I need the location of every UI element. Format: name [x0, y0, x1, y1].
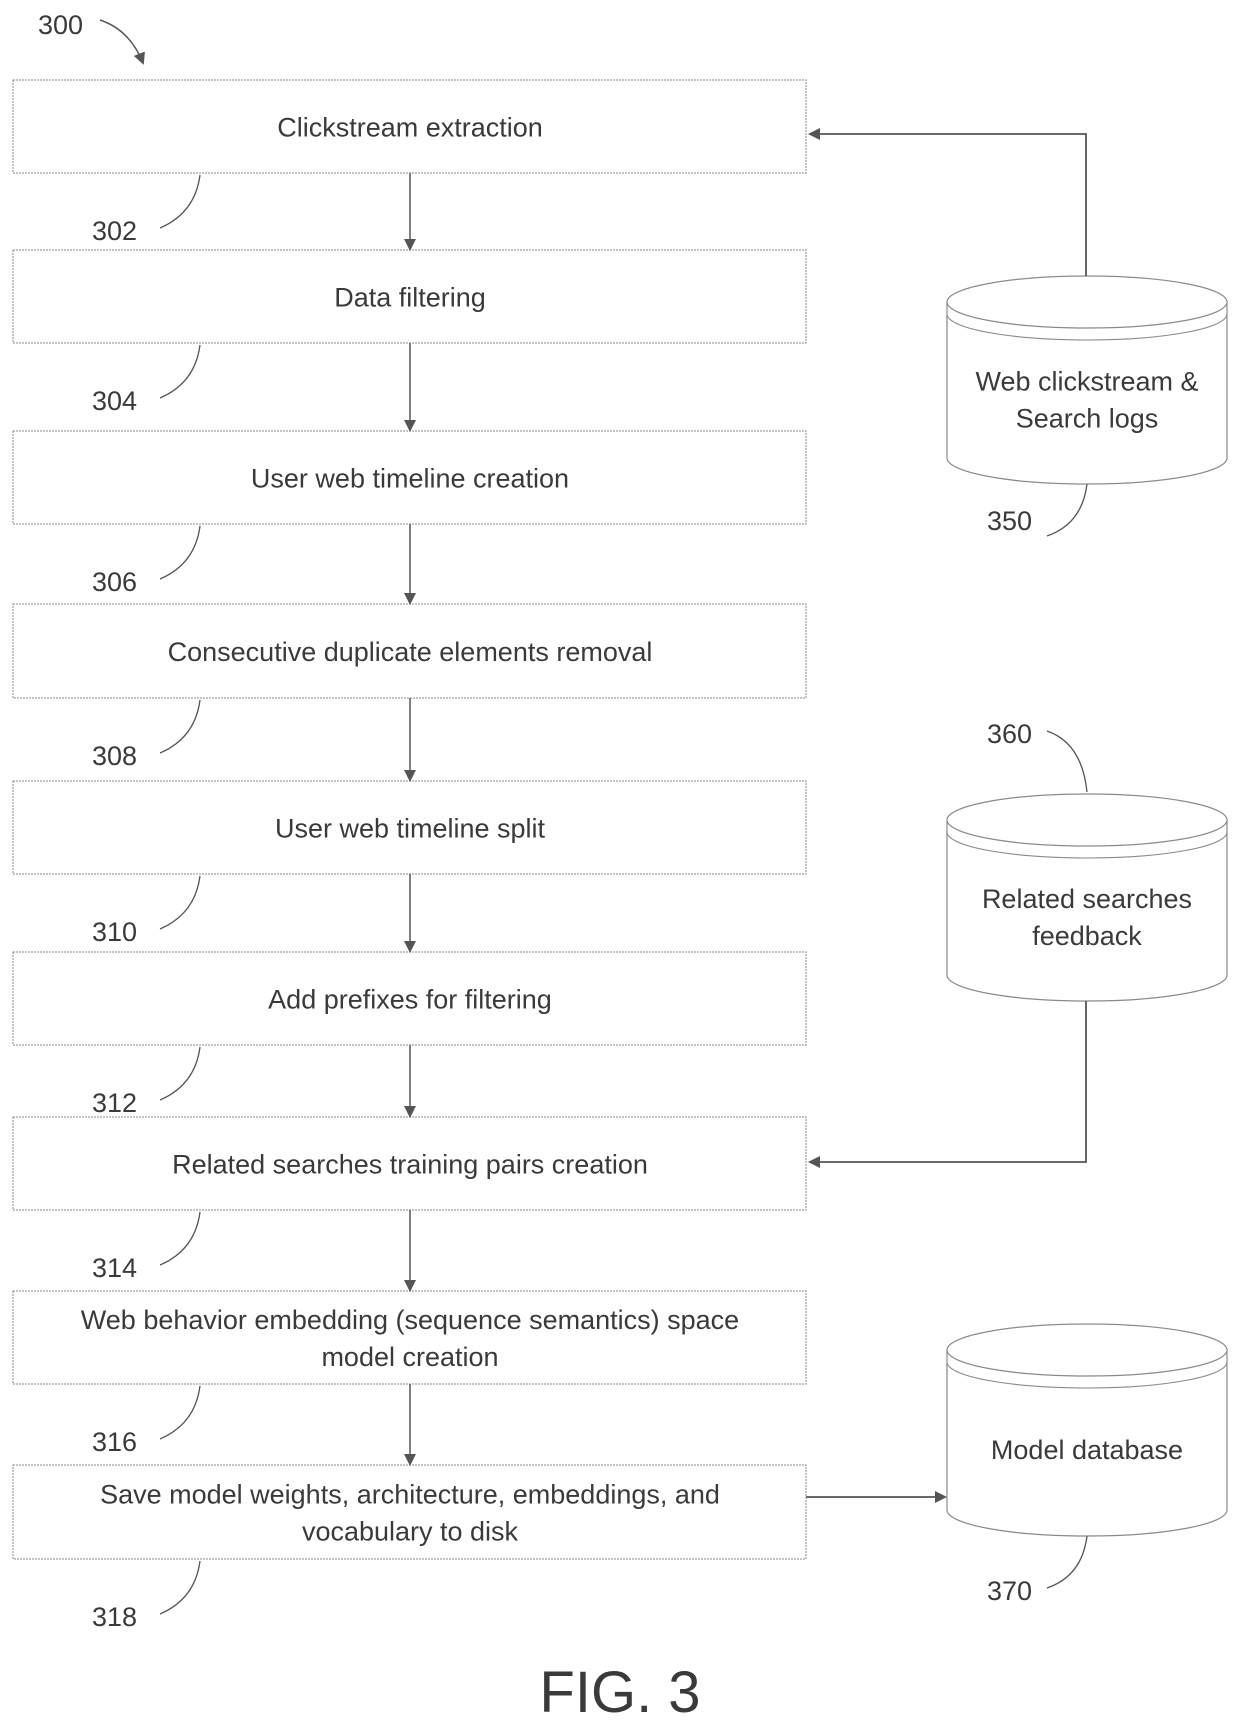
cylinder-top [946, 275, 1228, 329]
database-ref-label: 370 [987, 1576, 1032, 1606]
step-label: Consecutive duplicate elements removal [168, 637, 653, 667]
database-label: Related searches [982, 884, 1192, 914]
step-ref-label: 306 [92, 567, 137, 597]
step-ref-leader [159, 1211, 201, 1266]
database-ref-label: 360 [987, 719, 1032, 749]
figure-ref-arrow [99, 19, 145, 65]
step-label: Save model weights, architecture, embedd… [100, 1480, 720, 1510]
connector-350-to-302 [808, 128, 1087, 276]
step-label: Related searches training pairs creation [172, 1150, 648, 1180]
database-350: Web clickstream & Search logs 350 [946, 275, 1228, 537]
step-ref-leader [159, 525, 201, 580]
step-ref-leader [159, 1046, 201, 1101]
flowchart-diagram: 300 Clickstream extraction 302 Data filter… [12, 10, 1228, 1725]
database-370: Model database 370 [946, 1323, 1228, 1606]
databases-layer: Web clickstream & Search logs 350 Related s… [946, 275, 1228, 1606]
database-label: Search logs [1016, 404, 1159, 434]
step-ref-leader [159, 875, 201, 930]
step-ref-leader [159, 344, 201, 399]
database-label: Model database [991, 1435, 1183, 1465]
database-label: feedback [1032, 921, 1142, 951]
step-label: Web behavior embedding (sequence semanti… [81, 1305, 739, 1335]
step-ref-leader [159, 699, 201, 754]
step-ref-label: 316 [92, 1427, 137, 1457]
step-label: vocabulary to disk [302, 1517, 519, 1547]
step-label: User web timeline creation [251, 464, 569, 494]
connector-360-to-314 [808, 1001, 1087, 1168]
step-label: Data filtering [334, 283, 486, 313]
database-ref-leader [1046, 483, 1088, 537]
step-label: model creation [321, 1342, 498, 1372]
step-ref-label: 314 [92, 1253, 137, 1283]
step-ref-label: 304 [92, 386, 137, 416]
step-318: Save model weights, architecture, embedd… [12, 1464, 807, 1632]
figure-ref-label: 300 [38, 10, 83, 40]
step-ref-label: 302 [92, 216, 137, 246]
step-ref-label: 312 [92, 1088, 137, 1118]
step-label: User web timeline split [275, 814, 546, 844]
cylinder-top [946, 1323, 1228, 1377]
step-label: Add prefixes for filtering [268, 985, 552, 1015]
step-ref-label: 318 [92, 1602, 137, 1632]
step-ref-label: 308 [92, 741, 137, 771]
database-360: Related searches feedback 360 [946, 719, 1228, 1002]
step-ref-leader [159, 1560, 201, 1615]
cylinder-top [946, 793, 1228, 847]
database-ref-label: 350 [987, 506, 1032, 536]
database-label: Web clickstream & [975, 367, 1198, 397]
step-ref-leader [159, 174, 201, 229]
step-ref-leader [159, 1385, 201, 1440]
database-ref-leader [1046, 1535, 1088, 1589]
step-ref-label: 310 [92, 917, 137, 947]
figure-caption: FIG. 3 [539, 1660, 700, 1725]
step-label: Clickstream extraction [277, 113, 543, 143]
database-ref-leader [1046, 730, 1088, 793]
